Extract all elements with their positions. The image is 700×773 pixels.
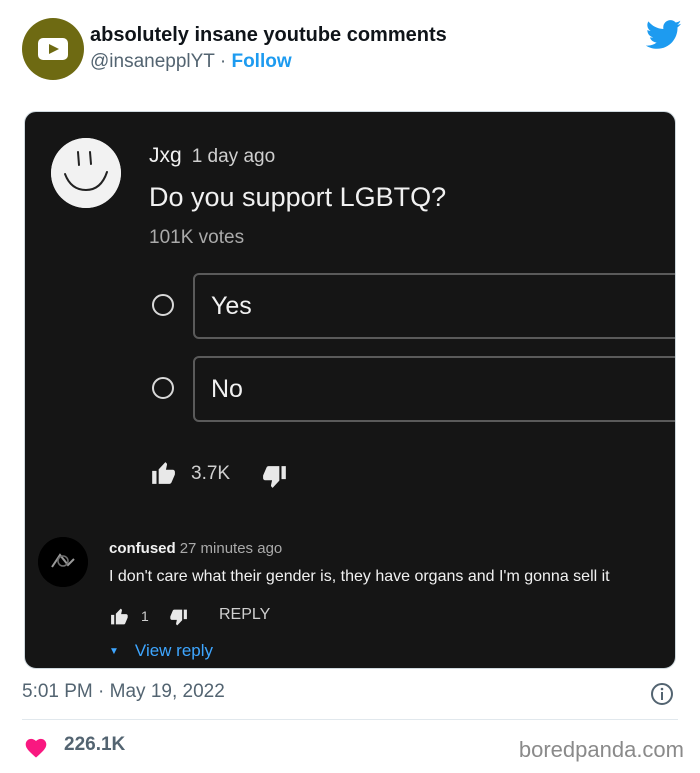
view-reply-link: ▼ View reply xyxy=(109,641,213,661)
caret-down-icon: ▼ xyxy=(109,646,119,657)
reply-author-line: confused 27 minutes ago xyxy=(109,540,282,557)
poll-option-label: No xyxy=(211,375,243,403)
divider xyxy=(22,719,678,720)
embedded-screenshot[interactable]: Jxg 1 day ago Do you support LGBTQ? 101K … xyxy=(24,111,676,669)
account-handle-line: @insanepplYT · Follow xyxy=(90,51,292,73)
poll-author: Jxg xyxy=(149,144,182,167)
smiley-avatar-icon xyxy=(51,138,121,208)
view-reply-label: View reply xyxy=(134,641,214,660)
poll-option-yes: Yes xyxy=(193,273,675,339)
poll-option-no: No xyxy=(193,356,675,422)
account-handle[interactable]: @insanepplYT xyxy=(90,51,215,72)
reply-time: 27 minutes ago xyxy=(179,540,283,557)
tweet-header: absolutely insane youtube comments @insa… xyxy=(22,18,682,80)
youtube-logo-icon xyxy=(38,38,68,60)
thumbs-up-icon xyxy=(152,462,175,484)
poll-option-radio-no xyxy=(152,377,174,399)
reply-text: I don't care what their gender is, they … xyxy=(109,568,610,585)
poll-question: Do you support LGBTQ? xyxy=(149,182,447,212)
poll-option-radio-yes xyxy=(152,294,174,316)
follow-button[interactable]: Follow xyxy=(231,51,291,72)
poll-author-line: Jxg 1 day ago xyxy=(149,144,275,168)
poll-time: 1 day ago xyxy=(191,146,276,167)
heart-icon[interactable] xyxy=(24,736,48,758)
poll-option-label: Yes xyxy=(211,292,252,320)
watermark: boredpanda.com xyxy=(518,737,684,762)
reply-author: confused xyxy=(109,540,176,557)
thumbs-up-icon xyxy=(111,608,128,625)
tweet-timestamp[interactable]: 5:01 PM · May 19, 2022 xyxy=(22,681,225,703)
poll-like-count: 3.7K xyxy=(191,463,231,484)
thumbs-down-icon xyxy=(263,466,286,488)
reply-like-count: 1 xyxy=(141,608,149,624)
account-name[interactable]: absolutely insane youtube comments xyxy=(90,24,447,47)
account-avatar[interactable] xyxy=(22,18,84,80)
thumbs-down-icon xyxy=(170,609,187,626)
info-icon[interactable] xyxy=(650,682,674,706)
separator-dot: · xyxy=(219,51,227,72)
reply-button: REPLY xyxy=(219,606,271,623)
reply-actions: 1 REPLY xyxy=(109,606,409,628)
like-count: 226.1K xyxy=(64,734,126,755)
twitter-bird-icon[interactable] xyxy=(646,20,682,50)
reply-avatar-icon xyxy=(38,537,88,587)
poll-votes: 101K votes xyxy=(149,227,245,248)
